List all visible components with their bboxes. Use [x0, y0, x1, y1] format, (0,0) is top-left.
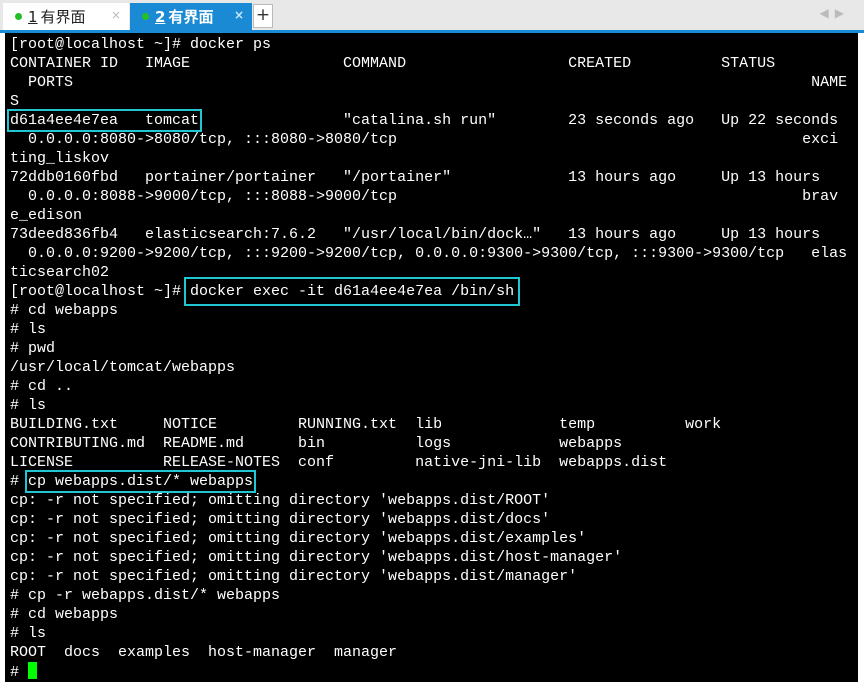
line-text: S — [10, 93, 20, 110]
terminal-line: # cd webapps — [10, 301, 847, 320]
prompt-text: # — [10, 473, 29, 490]
terminal-line: # cp webapps.dist/* webapps — [10, 470, 847, 493]
terminal-line: /usr/local/tomcat/webapps — [10, 358, 847, 377]
terminal-line: 73deed836fb4 elasticsearch:7.6.2 "/usr/l… — [10, 225, 847, 244]
terminal-line: # ls — [10, 624, 847, 643]
terminal-line: # ls — [10, 320, 847, 339]
terminal-line: # cd webapps — [10, 605, 847, 624]
add-tab-button[interactable]: + — [253, 4, 273, 28]
line-text: CONTRIBUTING.md README.md bin logs webap… — [10, 435, 623, 452]
terminal-line: CONTAINER ID IMAGE COMMAND CREATED STATU… — [10, 54, 847, 73]
tab-label: 有界面 — [168, 8, 214, 26]
line-text: cp: -r not specified; omitting directory… — [10, 492, 551, 509]
terminal-line: [root@localhost ~]# docker ps — [10, 35, 847, 54]
highlighted-command: cp webapps.dist/* webapps — [25, 470, 257, 493]
prompt-text: [root@localhost ~]# — [10, 283, 191, 300]
terminal-line: cp: -r not specified; omitting directory… — [10, 548, 847, 567]
tab-label: 有界面 — [40, 8, 86, 26]
terminal-line: cp: -r not specified; omitting directory… — [10, 529, 847, 548]
terminal-line: CONTRIBUTING.md README.md bin logs webap… — [10, 434, 847, 453]
terminal-cursor — [28, 662, 38, 679]
highlighted-command: d61a4ee4e7ea tomcat — [6, 109, 203, 132]
line-text: /usr/local/tomcat/webapps — [10, 359, 236, 376]
line-text: ting_liskov — [10, 150, 110, 167]
tab-session-1[interactable]: 1 有界面 × — [3, 3, 129, 30]
connected-status-icon — [15, 13, 22, 20]
line-text: cp: -r not specified; omitting directory… — [10, 530, 587, 547]
terminal-lines: [root@localhost ~]# docker ps CONTAINER I… — [6, 35, 847, 681]
highlighted-command: docker exec -it d61a4ee4e7ea /bin/sh — [184, 277, 521, 306]
line-text: # cp -r webapps.dist/* webapps — [10, 587, 281, 604]
line-text: cp: -r not specified; omitting directory… — [10, 511, 551, 528]
terminal-line: # pwd — [10, 339, 847, 358]
terminal-line: S — [10, 92, 847, 111]
terminal-line: 0.0.0.0:9200->9200/tcp, :::9200->9200/tc… — [10, 244, 847, 263]
terminal-line: LICENSE RELEASE-NOTES conf native-jni-li… — [10, 453, 847, 472]
line-text: BUILDING.txt NOTICE RUNNING.txt lib temp… — [10, 416, 722, 433]
line-text: 73deed836fb4 elasticsearch:7.6.2 "/usr/l… — [10, 226, 821, 243]
terminal-line: PORTS NAME — [10, 73, 847, 92]
terminal-line: ROOT docs examples host-manager manager — [10, 643, 847, 662]
terminal-line: BUILDING.txt NOTICE RUNNING.txt lib temp… — [10, 415, 847, 434]
line-text: 0.0.0.0:8088->9000/tcp, :::8088->9000/tc… — [10, 188, 839, 205]
connected-status-icon — [142, 13, 149, 20]
line-text: # ls — [10, 397, 47, 414]
line-text: # pwd — [10, 340, 56, 357]
line-text: PORTS NAME — [10, 74, 848, 91]
line-text: cp: -r not specified; omitting directory… — [10, 568, 578, 585]
terminal-line: 0.0.0.0:8080->8080/tcp, :::8080->8080/tc… — [10, 130, 847, 149]
terminal-line: ticsearch02 — [10, 263, 847, 282]
terminal-line: e_edison — [10, 206, 847, 225]
line-text: LICENSE RELEASE-NOTES conf native-jni-li… — [10, 454, 668, 471]
line-text: 72ddb0160fbd portainer/portainer "/porta… — [10, 169, 821, 186]
line-text: e_edison — [10, 207, 83, 224]
line-text: cp: -r not specified; omitting directory… — [10, 549, 623, 566]
terminal-line: 72ddb0160fbd portainer/portainer "/porta… — [10, 168, 847, 187]
tab-number: 1 — [28, 7, 38, 26]
line-text: # ls — [10, 321, 47, 338]
terminal-line: # cd .. — [10, 377, 847, 396]
line-text: ticsearch02 — [10, 264, 110, 281]
line-text: # ls — [10, 625, 47, 642]
terminal-line: # — [10, 662, 847, 681]
line-text: ROOT docs examples host-manager manager — [10, 644, 398, 661]
line-text: 0.0.0.0:8080->8080/tcp, :::8080->8080/tc… — [10, 131, 839, 148]
tab-bar: 1 有界面 × 2 有界面 × + ◀▶ — [0, 0, 864, 33]
line-text: # — [10, 664, 29, 681]
terminal-line: cp: -r not specified; omitting directory… — [10, 510, 847, 529]
terminal-line: 0.0.0.0:8088->9000/tcp, :::8088->9000/tc… — [10, 187, 847, 206]
terminal-line: # cp -r webapps.dist/* webapps — [10, 586, 847, 605]
terminal-line: ting_liskov — [10, 149, 847, 168]
tab-scroll-arrows-icon[interactable]: ◀▶ — [820, 6, 850, 20]
line-text: [root@localhost ~]# docker ps — [10, 36, 272, 53]
terminal-line: # ls — [10, 396, 847, 415]
tab-number: 2 — [155, 7, 166, 26]
line-text: # cd webapps — [10, 302, 119, 319]
line-text: 0.0.0.0:9200->9200/tcp, :::9200->9200/tc… — [10, 245, 848, 262]
line-text: # cd .. — [10, 378, 74, 395]
terminal-line: cp: -r not specified; omitting directory… — [10, 491, 847, 510]
terminal-line: cp: -r not specified; omitting directory… — [10, 567, 847, 586]
line-text: CONTAINER ID IMAGE COMMAND CREATED STATU… — [10, 55, 776, 72]
terminal-line: d61a4ee4e7ea tomcat "catalina.sh run" 23… — [6, 109, 847, 132]
close-tab-icon[interactable]: × — [234, 8, 244, 22]
line-text: # cd webapps — [10, 606, 119, 623]
close-tab-icon[interactable]: × — [111, 8, 121, 22]
line-text: "catalina.sh run" 23 seconds ago Up 22 s… — [199, 112, 839, 129]
terminal-output[interactable]: [root@localhost ~]# docker ps CONTAINER I… — [5, 33, 858, 682]
terminal-line: [root@localhost ~]# docker exec -it d61a… — [10, 277, 847, 306]
tab-session-2[interactable]: 2 有界面 × — [130, 3, 252, 30]
